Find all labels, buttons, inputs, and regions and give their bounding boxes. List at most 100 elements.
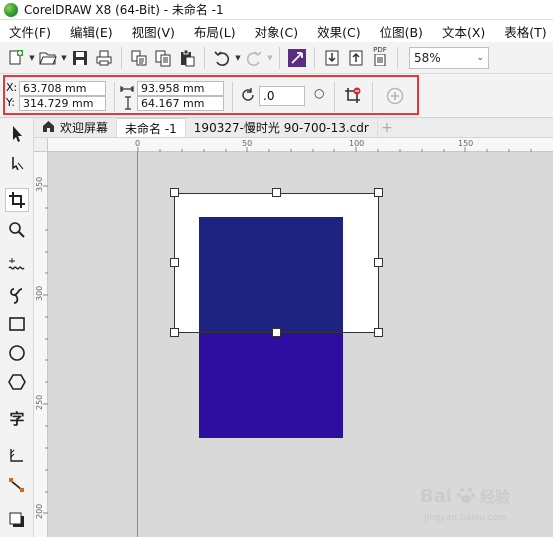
cut-icon[interactable] bbox=[128, 47, 150, 69]
add-tab-icon[interactable]: + bbox=[378, 118, 396, 137]
resize-handle-top-left[interactable] bbox=[170, 188, 179, 197]
toolbox: 字 bbox=[0, 118, 34, 537]
horizontal-ruler[interactable]: 0 50 100 150 bbox=[34, 138, 553, 152]
tab-label: 未命名 -1 bbox=[125, 121, 177, 136]
new-dropdown-icon[interactable]: ▼ bbox=[28, 47, 36, 69]
menu-text[interactable]: 文本(X) bbox=[433, 22, 495, 41]
width-icon bbox=[120, 83, 134, 97]
redo-icon[interactable] bbox=[243, 47, 265, 69]
zoom-tool-icon[interactable] bbox=[5, 218, 29, 242]
rectangle-tool-icon[interactable] bbox=[5, 312, 29, 336]
x-position-input[interactable]: 63.708 mm bbox=[19, 81, 106, 96]
resize-handle-bottom[interactable] bbox=[272, 328, 281, 337]
menu-effects[interactable]: 效果(C) bbox=[308, 22, 370, 41]
toolbar-separator bbox=[397, 46, 398, 69]
corel-connect-icon[interactable] bbox=[286, 47, 308, 69]
home-icon bbox=[42, 120, 55, 135]
menu-object[interactable]: 对象(C) bbox=[246, 22, 308, 41]
menu-edit[interactable]: 编辑(E) bbox=[61, 22, 123, 41]
print-icon[interactable] bbox=[93, 47, 115, 69]
resize-handle-right[interactable] bbox=[374, 258, 383, 267]
ruler-label: 0 bbox=[135, 139, 141, 148]
tab-document-file[interactable]: 190327-慢时光 90-700-13.cdr bbox=[186, 118, 378, 137]
menu-view[interactable]: 视图(V) bbox=[123, 22, 185, 41]
resize-handle-left[interactable] bbox=[170, 258, 179, 267]
coreldraw-logo-icon bbox=[4, 2, 18, 17]
rotation-angle-input[interactable]: .0 bbox=[259, 86, 305, 106]
open-dropdown-icon[interactable]: ▼ bbox=[60, 47, 68, 69]
menu-layout[interactable]: 布局(L) bbox=[185, 22, 246, 41]
open-icon[interactable] bbox=[37, 47, 59, 69]
freehand-tool-icon[interactable] bbox=[5, 254, 29, 278]
drop-shadow-tool-icon[interactable] bbox=[5, 508, 29, 532]
ruler-label: 150 bbox=[458, 139, 474, 148]
crop-tool-icon[interactable] bbox=[5, 188, 29, 212]
y-label: Y: bbox=[6, 96, 15, 109]
zoom-level-select[interactable]: 58% ⌄ bbox=[409, 46, 489, 69]
add-icon[interactable] bbox=[386, 87, 404, 108]
menu-bar: 文件(F) 编辑(E) 视图(V) 布局(L) 对象(C) 效果(C) 位图(B… bbox=[0, 20, 553, 42]
ruler-origin[interactable] bbox=[34, 138, 48, 152]
export-icon[interactable] bbox=[345, 47, 367, 69]
ruler-label: 300 bbox=[35, 285, 44, 301]
resize-handle-top[interactable] bbox=[272, 188, 281, 197]
tab-label: 190327-慢时光 90-700-13.cdr bbox=[193, 121, 369, 135]
toolbar-separator bbox=[121, 46, 122, 69]
baidu-watermark: Bai 经验 bbox=[420, 485, 510, 508]
new-icon[interactable] bbox=[5, 47, 27, 69]
watermark-text: Bai bbox=[420, 486, 453, 507]
pick-tool-icon[interactable] bbox=[5, 122, 29, 146]
purple-rectangle[interactable] bbox=[199, 333, 343, 438]
shape-tool-icon[interactable] bbox=[5, 152, 29, 176]
import-icon[interactable] bbox=[321, 47, 343, 69]
publish-pdf-icon[interactable]: PDF bbox=[369, 45, 391, 69]
crop-clear-icon[interactable] bbox=[344, 87, 362, 108]
toolbar-separator bbox=[204, 46, 205, 69]
ruler-label: 100 bbox=[349, 139, 365, 148]
vertical-ruler[interactable]: 350 300 250 200 bbox=[34, 152, 48, 537]
toolbar-separator bbox=[279, 46, 280, 69]
redo-dropdown-icon[interactable]: ▼ bbox=[266, 47, 274, 69]
rotation-icon bbox=[240, 87, 256, 106]
ruler-ticks bbox=[43, 185, 48, 514]
drawing-canvas[interactable] bbox=[48, 152, 553, 537]
tab-label: 欢迎屏幕 bbox=[60, 121, 109, 135]
undo-dropdown-icon[interactable]: ▼ bbox=[234, 47, 242, 69]
watermark-url: jingyan.baidu.com bbox=[424, 513, 508, 523]
chevron-down-icon: ⌄ bbox=[476, 52, 484, 63]
tab-welcome-screen[interactable]: 欢迎屏幕 bbox=[34, 118, 118, 137]
toolbar-separator bbox=[314, 46, 315, 69]
connector-tool-icon[interactable] bbox=[5, 473, 29, 497]
save-icon[interactable] bbox=[69, 47, 91, 69]
property-separator bbox=[114, 82, 115, 112]
width-input[interactable]: 93.958 mm bbox=[137, 81, 224, 96]
resize-handle-bottom-left[interactable] bbox=[170, 328, 179, 337]
blue-rectangle[interactable] bbox=[199, 217, 343, 333]
document-tabs: 欢迎屏幕 未命名 -1 190327-慢时光 90-700-13.cdr + bbox=[34, 118, 553, 138]
paw-icon bbox=[456, 485, 476, 508]
height-input[interactable]: 64.167 mm bbox=[137, 96, 224, 111]
resize-handle-top-right[interactable] bbox=[374, 188, 383, 197]
ruler-label: 350 bbox=[35, 176, 44, 192]
undo-icon[interactable] bbox=[211, 47, 233, 69]
resize-handle-bottom-right[interactable] bbox=[374, 328, 383, 337]
ellipse-tool-icon[interactable] bbox=[5, 341, 29, 365]
copy-icon[interactable] bbox=[152, 47, 174, 69]
text-tool-icon[interactable]: 字 bbox=[5, 406, 29, 430]
y-position-input[interactable]: 314.729 mm bbox=[19, 96, 106, 111]
menu-table[interactable]: 表格(T) bbox=[495, 22, 553, 41]
tab-untitled-1[interactable]: 未命名 -1 bbox=[117, 118, 186, 137]
polygon-tool-icon[interactable] bbox=[5, 370, 29, 394]
x-label: X: bbox=[6, 81, 18, 94]
artistic-media-tool-icon[interactable] bbox=[5, 284, 29, 308]
parallel-dimension-tool-icon[interactable] bbox=[5, 444, 29, 468]
standard-toolbar: ▼ ▼ ▼ ▼ PDF 58% ⌄ bbox=[0, 42, 553, 74]
paste-icon[interactable] bbox=[176, 47, 198, 69]
pdf-label: PDF bbox=[373, 45, 387, 54]
height-icon bbox=[123, 96, 133, 113]
degree-icon: ○ bbox=[314, 86, 325, 100]
ruler-label: 200 bbox=[35, 503, 44, 519]
property-separator bbox=[232, 82, 233, 112]
menu-file[interactable]: 文件(F) bbox=[0, 22, 61, 41]
menu-bitmaps[interactable]: 位图(B) bbox=[371, 22, 433, 41]
